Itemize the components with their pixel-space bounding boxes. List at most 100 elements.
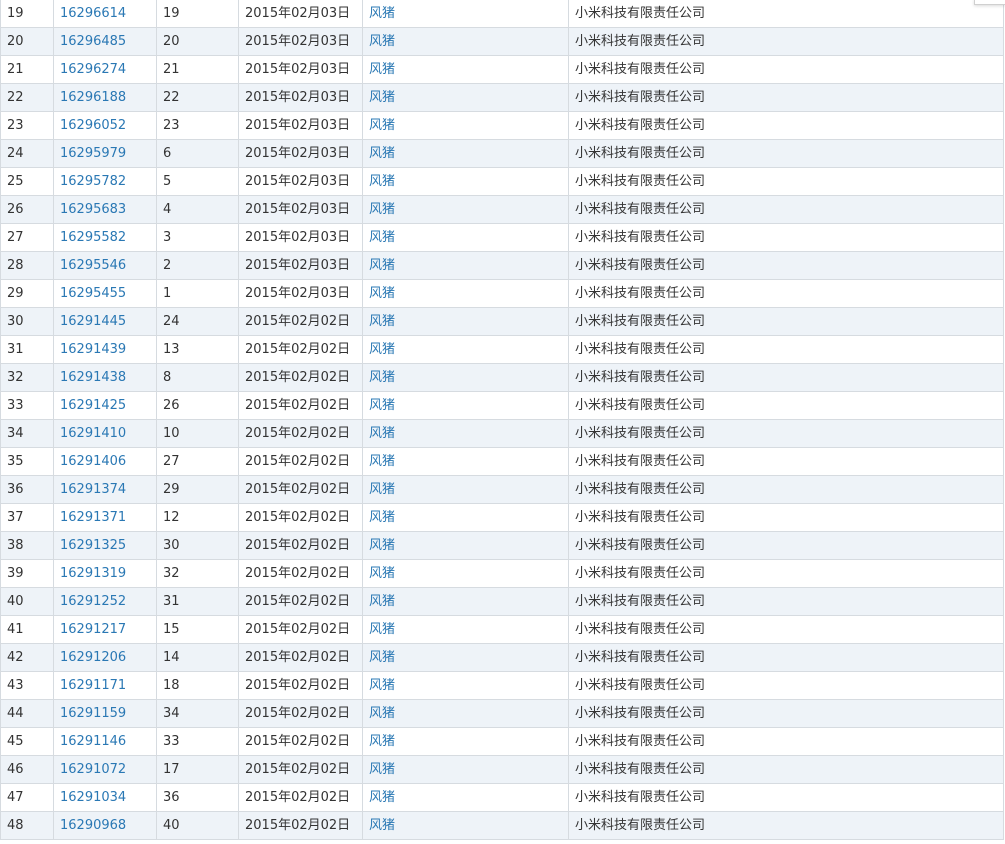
user-link[interactable]: 风猪 [369,538,395,553]
id-cell: 16291159 [53,699,157,728]
id-link[interactable]: 16291406 [60,454,126,469]
user-link[interactable]: 风猪 [369,370,395,385]
rank-cell: 27 [0,223,54,252]
date-cell: 2015年02月03日 [238,251,363,280]
table-row: 44 16291159 34 2015年02月02日 风猪 小米科技有限责任公司 [0,699,1004,728]
user-link[interactable]: 风猪 [369,566,395,581]
date-cell: 2015年02月03日 [238,195,363,224]
rank-cell: 33 [0,391,54,420]
user-link[interactable]: 风猪 [369,202,395,217]
id-link[interactable]: 16295683 [60,202,126,217]
user-link[interactable]: 风猪 [369,398,395,413]
id-link[interactable]: 16291445 [60,314,126,329]
user-link[interactable]: 风猪 [369,6,395,21]
company-cell: 小米科技有限责任公司 [568,195,1004,224]
user-link[interactable]: 风猪 [369,650,395,665]
user-link[interactable]: 风猪 [369,118,395,133]
user-link[interactable]: 风猪 [369,622,395,637]
user-link[interactable]: 风猪 [369,594,395,609]
id-link[interactable]: 16295546 [60,258,126,273]
user-link[interactable]: 风猪 [369,790,395,805]
date-cell: 2015年02月02日 [238,307,363,336]
rank-cell: 46 [0,755,54,784]
table-row: 43 16291171 18 2015年02月02日 风猪 小米科技有限责任公司 [0,671,1004,700]
id-link[interactable]: 16296188 [60,90,126,105]
id-link[interactable]: 16291371 [60,510,126,525]
id-link[interactable]: 16296274 [60,62,126,77]
id-link[interactable]: 16295455 [60,286,126,301]
id-link[interactable]: 16291425 [60,398,126,413]
scroll-corner-widget[interactable] [974,0,1005,5]
number-cell: 3 [156,223,239,252]
id-link[interactable]: 16291072 [60,762,126,777]
user-link[interactable]: 风猪 [369,706,395,721]
company-cell: 小米科技有限责任公司 [568,419,1004,448]
rank-cell: 25 [0,167,54,196]
user-link[interactable]: 风猪 [369,734,395,749]
date-cell: 2015年02月03日 [238,139,363,168]
id-link[interactable]: 16295979 [60,146,126,161]
number-cell: 14 [156,643,239,672]
id-link[interactable]: 16295782 [60,174,126,189]
table-row: 31 16291439 13 2015年02月02日 风猪 小米科技有限责任公司 [0,335,1004,364]
rank-cell: 48 [0,811,54,840]
rank-cell: 39 [0,559,54,588]
id-link[interactable]: 16291217 [60,622,126,637]
id-cell: 16291374 [53,475,157,504]
id-cell: 16291171 [53,671,157,700]
date-cell: 2015年02月03日 [238,279,363,308]
user-link[interactable]: 风猪 [369,286,395,301]
id-link[interactable]: 16291374 [60,482,126,497]
table-row: 25 16295782 5 2015年02月03日 风猪 小米科技有限责任公司 [0,167,1004,196]
id-link[interactable]: 16290968 [60,818,126,833]
rank-cell: 47 [0,783,54,812]
user-link[interactable]: 风猪 [369,510,395,525]
company-cell: 小米科技有限责任公司 [568,167,1004,196]
id-link[interactable]: 16291034 [60,790,126,805]
user-link[interactable]: 风猪 [369,454,395,469]
user-link[interactable]: 风猪 [369,146,395,161]
user-link[interactable]: 风猪 [369,314,395,329]
id-cell: 16295979 [53,139,157,168]
user-link[interactable]: 风猪 [369,34,395,49]
rank-cell: 40 [0,587,54,616]
user-link[interactable]: 风猪 [369,818,395,833]
user-link[interactable]: 风猪 [369,678,395,693]
id-link[interactable]: 16291171 [60,678,126,693]
user-link[interactable]: 风猪 [369,62,395,77]
id-link[interactable]: 16291410 [60,426,126,441]
user-link[interactable]: 风猪 [369,342,395,357]
date-cell: 2015年02月02日 [238,727,363,756]
id-link[interactable]: 16291252 [60,594,126,609]
id-link[interactable]: 16291439 [60,342,126,357]
user-link[interactable]: 风猪 [369,90,395,105]
id-link[interactable]: 16295582 [60,230,126,245]
user-cell: 风猪 [362,531,569,560]
id-link[interactable]: 16291206 [60,650,126,665]
number-cell: 40 [156,811,239,840]
id-link[interactable]: 16291146 [60,734,126,749]
user-link[interactable]: 风猪 [369,258,395,273]
user-link[interactable]: 风猪 [369,482,395,497]
id-link[interactable]: 16291319 [60,566,126,581]
user-link[interactable]: 风猪 [369,230,395,245]
id-link[interactable]: 16296614 [60,6,126,21]
number-cell: 12 [156,503,239,532]
user-link[interactable]: 风猪 [369,174,395,189]
user-link[interactable]: 风猪 [369,426,395,441]
user-cell: 风猪 [362,419,569,448]
id-cell: 16295455 [53,279,157,308]
id-link[interactable]: 16291159 [60,706,126,721]
id-cell: 16291034 [53,783,157,812]
id-link[interactable]: 16296052 [60,118,126,133]
rank-cell: 20 [0,27,54,56]
id-link[interactable]: 16291325 [60,538,126,553]
id-link[interactable]: 16296485 [60,34,126,49]
number-cell: 32 [156,559,239,588]
table-row: 27 16295582 3 2015年02月03日 风猪 小米科技有限责任公司 [0,223,1004,252]
page: 19 16296614 19 2015年02月03日 风猪 小米科技有限责任公司 20 162… [0,0,1005,843]
table-row: 28 16295546 2 2015年02月03日 风猪 小米科技有限责任公司 [0,251,1004,280]
user-link[interactable]: 风猪 [369,762,395,777]
id-link[interactable]: 16291438 [60,370,126,385]
id-cell: 16295683 [53,195,157,224]
